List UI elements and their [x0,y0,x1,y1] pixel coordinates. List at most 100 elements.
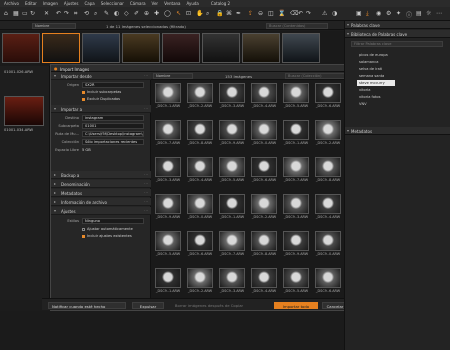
grid-thumbnail[interactable]: _DSC9..4.ARW [251,268,277,295]
redo2-icon[interactable]: ↷ [306,10,311,17]
lasso-icon[interactable]: ⌘ [226,10,232,17]
grid-thumbnail[interactable]: _DSC9..0.ARW [315,231,341,258]
more-icon[interactable]: ⋯ [144,172,148,177]
filmstrip-thumb[interactable] [82,33,120,63]
delete-after-copy-checkbox[interactable]: Borrar imágenes después de Copiar [170,302,248,309]
home-icon[interactable]: ⌂ [4,10,8,17]
grid-thumbnail[interactable]: _DSC9..1.ARW [283,120,309,147]
menu-capa[interactable]: Capa [84,1,94,6]
filmstrip-thumb[interactable] [282,33,320,63]
search-icon[interactable]: ⌕ [94,10,97,18]
print-icon[interactable]: ▭ [22,10,28,17]
keyword-item[interactable]: selva de irati [357,66,395,72]
keyword-filter-input[interactable]: Filtrar Palabras clave [351,41,443,47]
pick-icon[interactable]: ⊕ [144,10,149,17]
grid-thumbnail[interactable]: _DSC9..0.ARW [251,120,277,147]
grid-thumbnail[interactable]: _DSC9..4.ARW [315,194,341,221]
hand-icon[interactable]: ✋ [196,10,203,17]
more-icon[interactable]: ⋯ [144,208,148,213]
notify-select[interactable]: Notificar cuando esté hecho [48,301,126,309]
grid-thumbnail[interactable]: _DSC9..7.ARW [219,231,245,258]
grid-thumbnail[interactable]: _DSC9..2.ARW [251,194,277,221]
styles-select[interactable]: Ninguno [82,218,144,224]
grid-thumbnail[interactable]: _DSC9..6.ARW [315,83,341,110]
keyword-item[interactable]: VNV [357,101,395,107]
alert-icon[interactable]: ⚠ [322,10,327,17]
menu-seleccionar[interactable]: Seleccionar [101,1,124,6]
capture-icon[interactable]: ⊡ [186,10,191,17]
grid-search-input[interactable]: Buscar (Colección) [285,72,345,79]
pen-icon[interactable]: ✒ [236,10,241,17]
grid-thumbnail[interactable]: _DSC9..2.ARW [187,83,213,110]
metadata-header[interactable]: ▾ Metadatos [345,127,450,135]
grid-thumbnail[interactable]: _DSC9..8.ARW [315,157,341,184]
book-icon[interactable]: ▤ [416,10,422,17]
gradient-icon[interactable]: ◐ [114,10,119,17]
grid-thumbnail[interactable]: _DSC9..9.ARW [283,231,309,258]
spot-icon[interactable]: ◯ [164,10,171,17]
proof-icon[interactable]: ◫ [268,10,274,17]
subfolder-input[interactable]: 01001 [82,123,144,129]
filter-icon[interactable]: ⌛ [278,10,285,17]
move-tool-icon[interactable]: ↖ [176,10,181,17]
section-import-from[interactable]: ▾ Importar desde ⋯ [51,72,151,80]
grid-thumbnail[interactable]: _DSC9..3.ARW [219,83,245,110]
menu-ayuda[interactable]: Ayuda [187,1,199,6]
filmstrip-thumb[interactable] [2,33,40,63]
camera-icon[interactable]: ◉ [376,10,381,17]
grid-thumbnail[interactable]: _DSC9..0.ARW [187,194,213,221]
sort-select[interactable]: Nombre [32,22,76,29]
filmstrip-thumb[interactable] [162,33,200,63]
keywords-header[interactable]: ▾ Palabras clave [345,21,450,29]
keyword-item[interactable]: vitoria fotos [357,94,395,100]
grid-thumbnail[interactable]: _DSC9..7.ARW [155,120,181,147]
grid-thumbnail[interactable]: _DSC9..3.ARW [283,194,309,221]
grid-thumbnail[interactable]: _DSC9..6.ARW [187,231,213,258]
destination-select[interactable]: instagram [82,115,144,121]
grid-thumbnail[interactable]: _DSC9..1.ARW [155,83,181,110]
delete-icon[interactable]: ✕ [44,10,49,17]
grid-thumbnail[interactable]: _DSC9..1.ARW [155,268,181,295]
settings-icon[interactable]: ⚙ [386,10,391,17]
color-picker-icon[interactable]: ✚ [154,10,159,17]
more-icon[interactable]: ⋯ [144,190,148,195]
menu-archivo[interactable]: Archivo [4,1,19,6]
rotate-icon[interactable]: ↻ [30,10,35,17]
grid-thumbnail[interactable]: _DSC9..5.ARW [283,268,309,295]
import-all-button[interactable]: Importar todo [274,301,318,309]
grid-thumbnail[interactable]: _DSC9..5.ARW [283,83,309,110]
auto-adjust-checkbox[interactable]: Ajustar automáticamente [82,227,133,231]
grid-thumbnail[interactable]: _DSC9..8.ARW [251,231,277,258]
menu-editar[interactable]: Editar [25,1,37,6]
annotation-icon[interactable]: ✐ [134,10,139,17]
keyword-item[interactable]: picos de europa [357,52,395,58]
tools-icon[interactable]: ✦ [396,10,401,17]
info-icon[interactable]: ⓘ [406,10,412,19]
zoom-icon[interactable]: ⌕ [206,10,209,18]
grid-thumbnail[interactable]: _DSC9..6.ARW [315,268,341,295]
filmstrip-thumb-selected[interactable] [42,33,80,63]
grid-thumbnail[interactable]: _DSC9..3.ARW [155,157,181,184]
grid-thumbnail[interactable]: _DSC9..3.ARW [219,268,245,295]
keyword-item[interactable]: semana santa [357,73,395,79]
menu-ver[interactable]: Ver [152,1,159,6]
more-icon[interactable]: ⋯ [144,181,148,186]
grid-thumbnail[interactable]: _DSC9..9.ARW [155,194,181,221]
grid-thumbnail[interactable]: _DSC9..6.ARW [251,157,277,184]
eraser-icon[interactable]: ◇ [124,10,129,17]
section-adjustments[interactable]: ▾ Ajustes ⋯ [51,207,151,215]
more-icon[interactable]: ⋯ [144,106,148,111]
workspace-icon[interactable]: ▣ [356,10,362,17]
undo-icon[interactable]: ↶ [56,10,61,17]
grid-thumbnail[interactable]: _DSC9..4.ARW [187,157,213,184]
exposure-icon[interactable]: ◑ [332,10,337,17]
keyword-item[interactable]: steve mccurry [357,80,395,86]
grid-thumbnail[interactable]: _DSC9..2.ARW [315,120,341,147]
section-file-info[interactable]: ▸ Información de archivo ⋯ [51,198,151,206]
more-icon[interactable]: ⋯ [436,10,442,17]
keyword-item[interactable]: vitoria [357,87,395,93]
rotate-tool-icon[interactable]: ⟲ [84,10,89,17]
import-icon[interactable]: ⤓ [366,10,369,18]
keyword-item[interactable]: salamanca [357,59,395,65]
section-import-to[interactable]: ▾ Importar a ⋯ [51,105,151,113]
